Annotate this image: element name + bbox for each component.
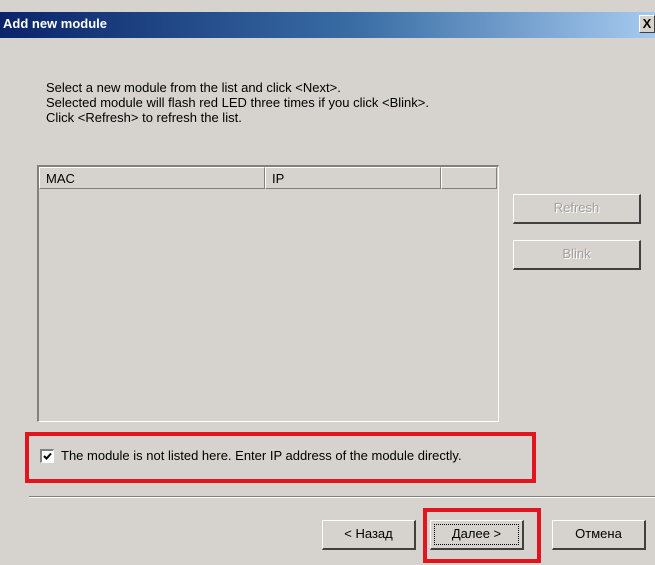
close-icon: X [642, 16, 652, 31]
refresh-button[interactable]: Refresh [513, 194, 641, 224]
column-header-mac[interactable]: MAC [39, 167, 265, 189]
instruction-line-1: Select a new module from the list and cl… [46, 80, 341, 95]
checkbox-highlight-box [25, 432, 536, 483]
add-module-dialog: Add new module X Select a new module fro… [0, 0, 655, 565]
next-button-highlight-box [423, 508, 541, 563]
blink-button[interactable]: Blink [513, 240, 641, 270]
back-button[interactable]: < Назад [322, 520, 416, 550]
module-list[interactable]: MAC IP [37, 165, 499, 422]
instruction-line-3: Click <Refresh> to refresh the list. [46, 110, 242, 125]
instruction-line-2: Selected module will flash red LED three… [46, 95, 429, 110]
column-header-empty[interactable] [441, 167, 497, 189]
title-bar[interactable]: Add new module X [0, 12, 655, 38]
list-header: MAC IP [39, 167, 498, 189]
instructions-text: Select a new module from the list and cl… [46, 80, 516, 125]
footer-separator [29, 496, 655, 498]
close-button[interactable]: X [639, 15, 655, 33]
cancel-button[interactable]: Отмена [552, 520, 646, 550]
column-header-ip[interactable]: IP [265, 167, 441, 189]
window-title: Add new module [3, 16, 107, 31]
